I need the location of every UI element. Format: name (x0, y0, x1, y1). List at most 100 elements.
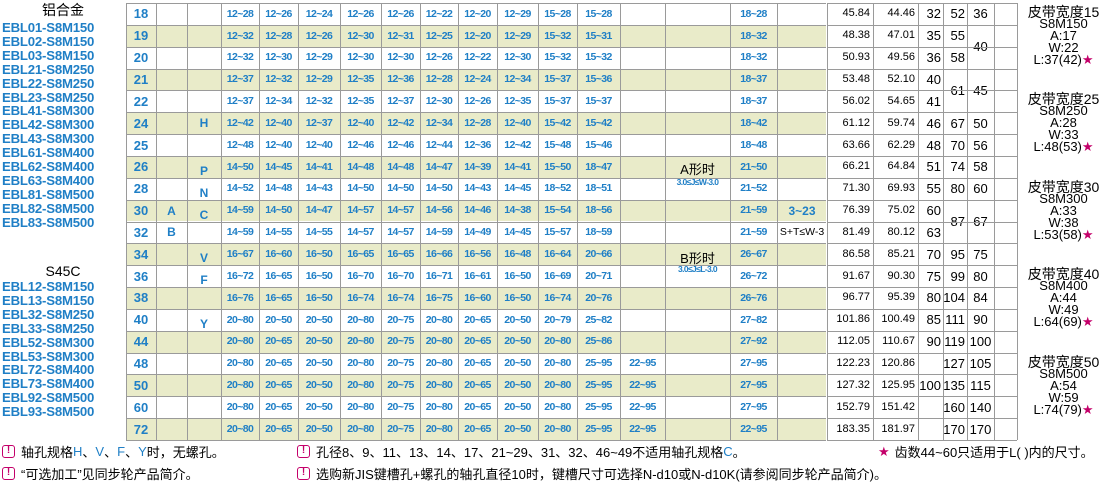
k2-cell: 111 (945, 312, 965, 328)
bore-range-cell: 16~50 (305, 248, 333, 261)
bore-range-cell: 25~95 (585, 357, 612, 370)
bore-range-cell: 15~37 (585, 95, 612, 108)
part-number: EBL03-S8M150 (2, 48, 95, 62)
belt-spec-l: L:64(69)★ (1017, 315, 1110, 328)
b-range-cell: 18~32 (740, 51, 767, 64)
grid-line (126, 330, 826, 332)
note-2: ! 孔径8、9、11、13、14、17、21~29、31、32、46~49不适用… (297, 442, 746, 461)
teeth-count-cell: 18 (133, 6, 149, 22)
do-cell: 52.10 (887, 72, 915, 85)
bore-range-cell: 12~30 (347, 29, 374, 42)
bore-range-cell: 12~26 (265, 7, 292, 20)
bore-range-cell: 12~37 (226, 95, 254, 108)
grid-line (918, 3, 919, 440)
b-range-cell: 21~59 (740, 226, 767, 239)
bore-range-cell: 12~26 (387, 7, 414, 20)
bore-range-cell: 20~65 (265, 379, 292, 392)
k2-cell: 104 (943, 290, 965, 306)
bore-range-cell: 12~35 (504, 95, 531, 108)
bore-range-cell: 16~60 (464, 291, 491, 304)
k1-cell: 75 (926, 268, 941, 284)
b-range-cell: 22~95 (740, 422, 767, 435)
bore-range-cell: 16~75 (425, 291, 453, 304)
bore-range-cell: 14~43 (464, 182, 491, 195)
bore-range-cell: 12~32 (226, 29, 254, 42)
teeth-count-cell: 26 (133, 159, 149, 175)
part-number: EBL92-S8M500 (2, 391, 95, 405)
bore-range-cell: 15~31 (585, 29, 612, 42)
bore-range-cell: 20~65 (464, 400, 491, 413)
grid-line (827, 112, 1017, 114)
bore-range-cell: 14~57 (387, 204, 414, 217)
bore-range-cell: 12~24 (464, 73, 491, 86)
bore-range-cell: 20~80 (226, 357, 254, 370)
bore-range-cell: 16~65 (347, 248, 374, 261)
material-aluminium: 铝合金 (42, 1, 84, 18)
bore-range-cell: 12~22 (464, 51, 491, 64)
k1-cell: 36 (926, 50, 941, 66)
grid-line (126, 221, 826, 223)
warning-icon: ! (297, 467, 310, 480)
k3-cell: 58 (973, 159, 988, 175)
bore-range-cell: 12~22 (425, 7, 453, 20)
part-number: EBL82-S8M500 (2, 201, 95, 215)
bore-range-cell: 16~60 (265, 248, 292, 261)
bore-range-cell: 20~79 (544, 313, 571, 326)
bore-range-cell: 12~40 (504, 116, 531, 129)
s-condition: S+T≤W-3 (779, 226, 825, 239)
part-number: EBL33-S8M250 (2, 321, 95, 335)
k3-cell: 105 (969, 356, 992, 372)
bore-range-cell: 12~37 (226, 73, 254, 86)
grid-line (943, 3, 944, 440)
dp-cell: 183.35 (836, 422, 870, 435)
material-s45c: S45C (45, 264, 81, 279)
bore-range-cell: 12~28 (265, 29, 292, 42)
k2-cell: 70 (950, 137, 965, 153)
k3-cell: 80 (973, 268, 988, 284)
bore-range-cell: 12~42 (226, 116, 254, 129)
k3-cell: 75 (973, 246, 988, 262)
notes-area: ! 轴孔规格 H、 V、 F、 Y 时，无螺孔。 ! 孔径8、9、11、13、14、17、… (0, 440, 1110, 483)
k2-cell: 95 (950, 246, 965, 262)
dp-cell: 112.05 (837, 335, 870, 348)
bore-range-cell: 14~48 (265, 182, 292, 195)
k1-cell: 51 (926, 159, 941, 175)
part-number: EBL13-S8M150 (2, 293, 95, 307)
bore-range-cell: 14~55 (305, 226, 333, 239)
dp-cell: 56.02 (842, 94, 870, 107)
bore-range-cell: 12~28 (425, 73, 453, 86)
belt-spec-block: 皮带宽度30 S8M300 A:33 W:38 L:53(58)★ (1017, 180, 1110, 241)
bore-range-cell: 20~50 (504, 422, 531, 435)
bore-range-cell: 15~42 (544, 116, 571, 129)
note-1-sep: 、 (125, 445, 139, 460)
bore-range-cell: 18~47 (585, 160, 612, 173)
do-cell: 90.30 (887, 269, 915, 282)
bore-range-cell: 15~46 (585, 138, 612, 151)
bore-range-cell: 12~37 (305, 116, 333, 129)
bore-range-cell: 12~34 (425, 116, 453, 129)
bore-range-cell: 20~80 (544, 357, 571, 370)
bore-range-cell: 20~80 (425, 400, 453, 413)
teeth-count-cell: 28 (133, 181, 149, 197)
bore-range-cell: 18~51 (585, 182, 612, 195)
bore-range-cell: 20~80 (226, 422, 254, 435)
type-a-shape-label: A形时 (680, 161, 715, 176)
k3-cell: 60 (973, 181, 988, 197)
part-number: EBL23-S8M250 (2, 90, 95, 104)
bore-range-cell: 16~48 (504, 248, 531, 261)
bore-range-cell: 20~80 (425, 422, 453, 435)
b-range-cell: 21~52 (740, 182, 767, 195)
bore-range-cell: 14~41 (504, 160, 531, 173)
bore-range-cell: 20~71 (585, 269, 612, 282)
grid-line (497, 3, 498, 440)
teeth-count-cell: 25 (133, 137, 149, 153)
bore-range-cell: 15~32 (544, 51, 571, 64)
bore-range-cell: 15~32 (544, 29, 571, 42)
do-cell: 49.56 (887, 51, 915, 64)
bore-range-cell: 14~38 (504, 204, 531, 217)
k2-cell: 52 (950, 6, 965, 22)
b-range-cell: 27~95 (740, 400, 767, 413)
grid-line (827, 46, 1017, 48)
part-number: EBL42-S8M300 (2, 118, 95, 132)
b-range-cell: 27~92 (740, 335, 767, 348)
